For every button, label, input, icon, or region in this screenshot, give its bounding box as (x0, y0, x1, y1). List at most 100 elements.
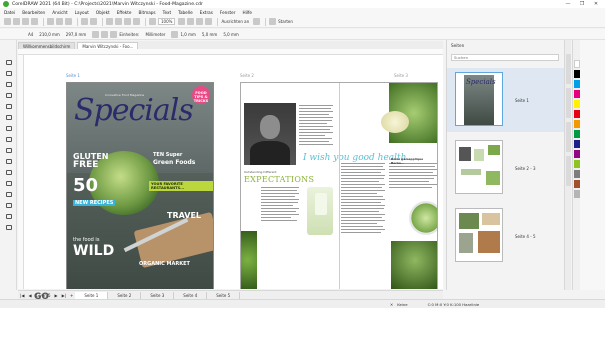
eyedropper-tool-icon[interactable] (4, 214, 13, 220)
tab-welcome-screen[interactable]: Willkommensbildschirm (18, 42, 76, 49)
menu-bearbeiten[interactable]: Bearbeiten (22, 10, 45, 15)
guidelines-icon[interactable] (205, 18, 213, 25)
text-tool-icon[interactable] (4, 159, 13, 165)
cover-new-recipes-text[interactable]: NEW RECIPES (73, 200, 116, 206)
page-tab-3[interactable]: Seite 3 (141, 291, 175, 299)
cover-ten-super-text[interactable]: TEN Super (153, 152, 182, 159)
drawing-canvas[interactable]: Seite 1 Seite 2 Seite 3 Innovative Food … (24, 55, 443, 289)
menu-ansicht[interactable]: Ansicht (52, 10, 67, 15)
pick-tool-icon[interactable] (4, 60, 13, 66)
rectangle-tool-icon[interactable] (4, 126, 13, 132)
minimize-button[interactable]: — (561, 0, 575, 8)
copy-icon[interactable] (56, 18, 63, 25)
cut-icon[interactable] (47, 18, 54, 25)
page-tab-2[interactable]: Seite 2 (108, 291, 142, 299)
cover-restaurants-banner[interactable]: YOUR FAVORITE RESTAURANTS... (149, 181, 213, 191)
zoom-level-field[interactable]: 100% (158, 18, 176, 25)
page-thumbnail-row-1[interactable]: Specials Seite 1 (447, 68, 565, 132)
menu-datei[interactable]: Datei (4, 10, 15, 15)
page-thumbnail-row-2[interactable]: Seite 2 - 3 (447, 136, 565, 200)
menu-bitmaps[interactable]: Bitmaps (138, 10, 155, 15)
undo-icon[interactable] (81, 18, 88, 25)
ellipse-tool-icon[interactable] (4, 137, 13, 143)
landscape-icon[interactable] (101, 30, 109, 38)
open-icon[interactable] (13, 18, 20, 25)
cover-gluten-text[interactable]: GLUTEN (73, 153, 109, 161)
shape-tool-icon[interactable] (4, 71, 13, 77)
article-kicker[interactable]: Outstanding Different (244, 170, 277, 174)
tab-food-magazine[interactable]: Marvin Witczynski - Foo... (77, 42, 139, 49)
cover-fifty-text[interactable]: 50 (73, 175, 98, 196)
grid-icon[interactable] (196, 18, 204, 25)
magazine-cover-page[interactable]: Innovative Food Magazine Specials FOOD T… (66, 82, 214, 289)
article-body-text[interactable] (261, 187, 299, 223)
pdf-icon[interactable] (133, 18, 140, 25)
menu-tabelle[interactable]: Tabelle (178, 10, 193, 15)
maximize-button[interactable]: ❐ (575, 0, 589, 8)
page-tab-1[interactable]: Seite 1 (75, 291, 109, 299)
page-tab-4[interactable]: Seite 4 (174, 291, 208, 299)
all-pages-icon[interactable] (110, 30, 118, 38)
page-1-thumbnail[interactable]: Specials (455, 72, 503, 126)
cover-travel-text[interactable]: TRAVEL (167, 211, 201, 220)
nudge-distance-field[interactable]: 1,0 mm (180, 32, 195, 37)
right-column-heading[interactable]: Dolor gamapplique Berno... (391, 157, 437, 165)
drop-shadow-tool-icon[interactable] (4, 192, 13, 198)
magazine-spread-pages[interactable]: Outstanding Different EXPECTATIONS I wis… (240, 82, 438, 289)
close-button[interactable]: ✕ (589, 0, 603, 8)
duplicate-x-field[interactable]: 5,0 mm (202, 32, 217, 37)
portrait-icon[interactable] (92, 30, 100, 38)
right-column-text[interactable] (389, 163, 437, 190)
docker-tab-transform[interactable] (566, 156, 571, 186)
page-width-field[interactable]: 210,0 mm (39, 32, 60, 37)
freehand-tool-icon[interactable] (4, 104, 13, 110)
next-page-icon[interactable]: ▶ (55, 293, 58, 298)
docker-tab-properties[interactable] (566, 88, 571, 118)
page-height-field[interactable]: 297,0 mm (66, 32, 87, 37)
leaves-image-left[interactable] (241, 231, 257, 289)
page-4-5-thumbnail[interactable] (455, 208, 503, 262)
snap-to-dropdown[interactable]: Ausrichten an (221, 19, 249, 24)
full-screen-icon[interactable] (178, 18, 186, 25)
cover-wild-text[interactable]: WILD (73, 243, 114, 259)
search-content-icon[interactable] (106, 18, 113, 25)
article-text-column[interactable] (299, 105, 333, 147)
page-size-dropdown[interactable]: A4 (28, 32, 33, 37)
article-title[interactable]: EXPECTATIONS (244, 175, 314, 184)
rulers-icon[interactable] (187, 18, 195, 25)
docker-search-input[interactable]: Suchen (451, 54, 559, 61)
transparency-tool-icon[interactable] (4, 203, 13, 209)
settings-gear-icon[interactable] (253, 18, 261, 25)
new-document-icon[interactable] (4, 18, 11, 25)
units-dropdown[interactable]: Millimeter (146, 32, 166, 37)
page-2-3-thumbnail[interactable] (455, 140, 503, 194)
lemon-image[interactable] (381, 111, 409, 133)
add-page-icon[interactable]: + (70, 293, 73, 298)
previous-page-icon[interactable]: ◀ (28, 293, 31, 298)
parallel-dimension-tool-icon[interactable] (4, 170, 13, 176)
last-page-icon[interactable]: ▶| (62, 293, 66, 298)
salad-bowl-image[interactable] (409, 201, 437, 235)
polygon-tool-icon[interactable] (4, 148, 13, 154)
menu-extras[interactable]: Extras (200, 10, 213, 15)
crop-tool-icon[interactable] (4, 82, 13, 88)
app-launcher-icon[interactable] (149, 18, 156, 25)
import-icon[interactable] (115, 18, 122, 25)
duplicate-y-field[interactable]: 5,0 mm (223, 32, 238, 37)
launch-dropdown[interactable]: Starten (278, 19, 293, 24)
cover-free-text[interactable]: FREE (73, 160, 98, 170)
zoom-tool-icon[interactable] (4, 93, 13, 99)
launch-icon[interactable] (269, 18, 277, 25)
print-icon[interactable] (31, 18, 38, 25)
cover-title[interactable]: Specials (74, 93, 194, 128)
menu-effekte[interactable]: Effekte (117, 10, 132, 15)
menu-layout[interactable]: Layout (75, 10, 89, 15)
cover-organic-text[interactable]: ORGANIC MARKET (139, 261, 190, 267)
interactive-fill-tool-icon[interactable] (4, 225, 13, 231)
docker-tab-pages[interactable] (566, 54, 571, 84)
artistic-media-tool-icon[interactable] (4, 115, 13, 121)
save-icon[interactable] (22, 18, 29, 25)
food-tips-badge[interactable]: FOOD TIPS & TRICKS (192, 86, 210, 104)
menu-fenster[interactable]: Fenster (220, 10, 236, 15)
right-page-text[interactable] (341, 163, 385, 235)
